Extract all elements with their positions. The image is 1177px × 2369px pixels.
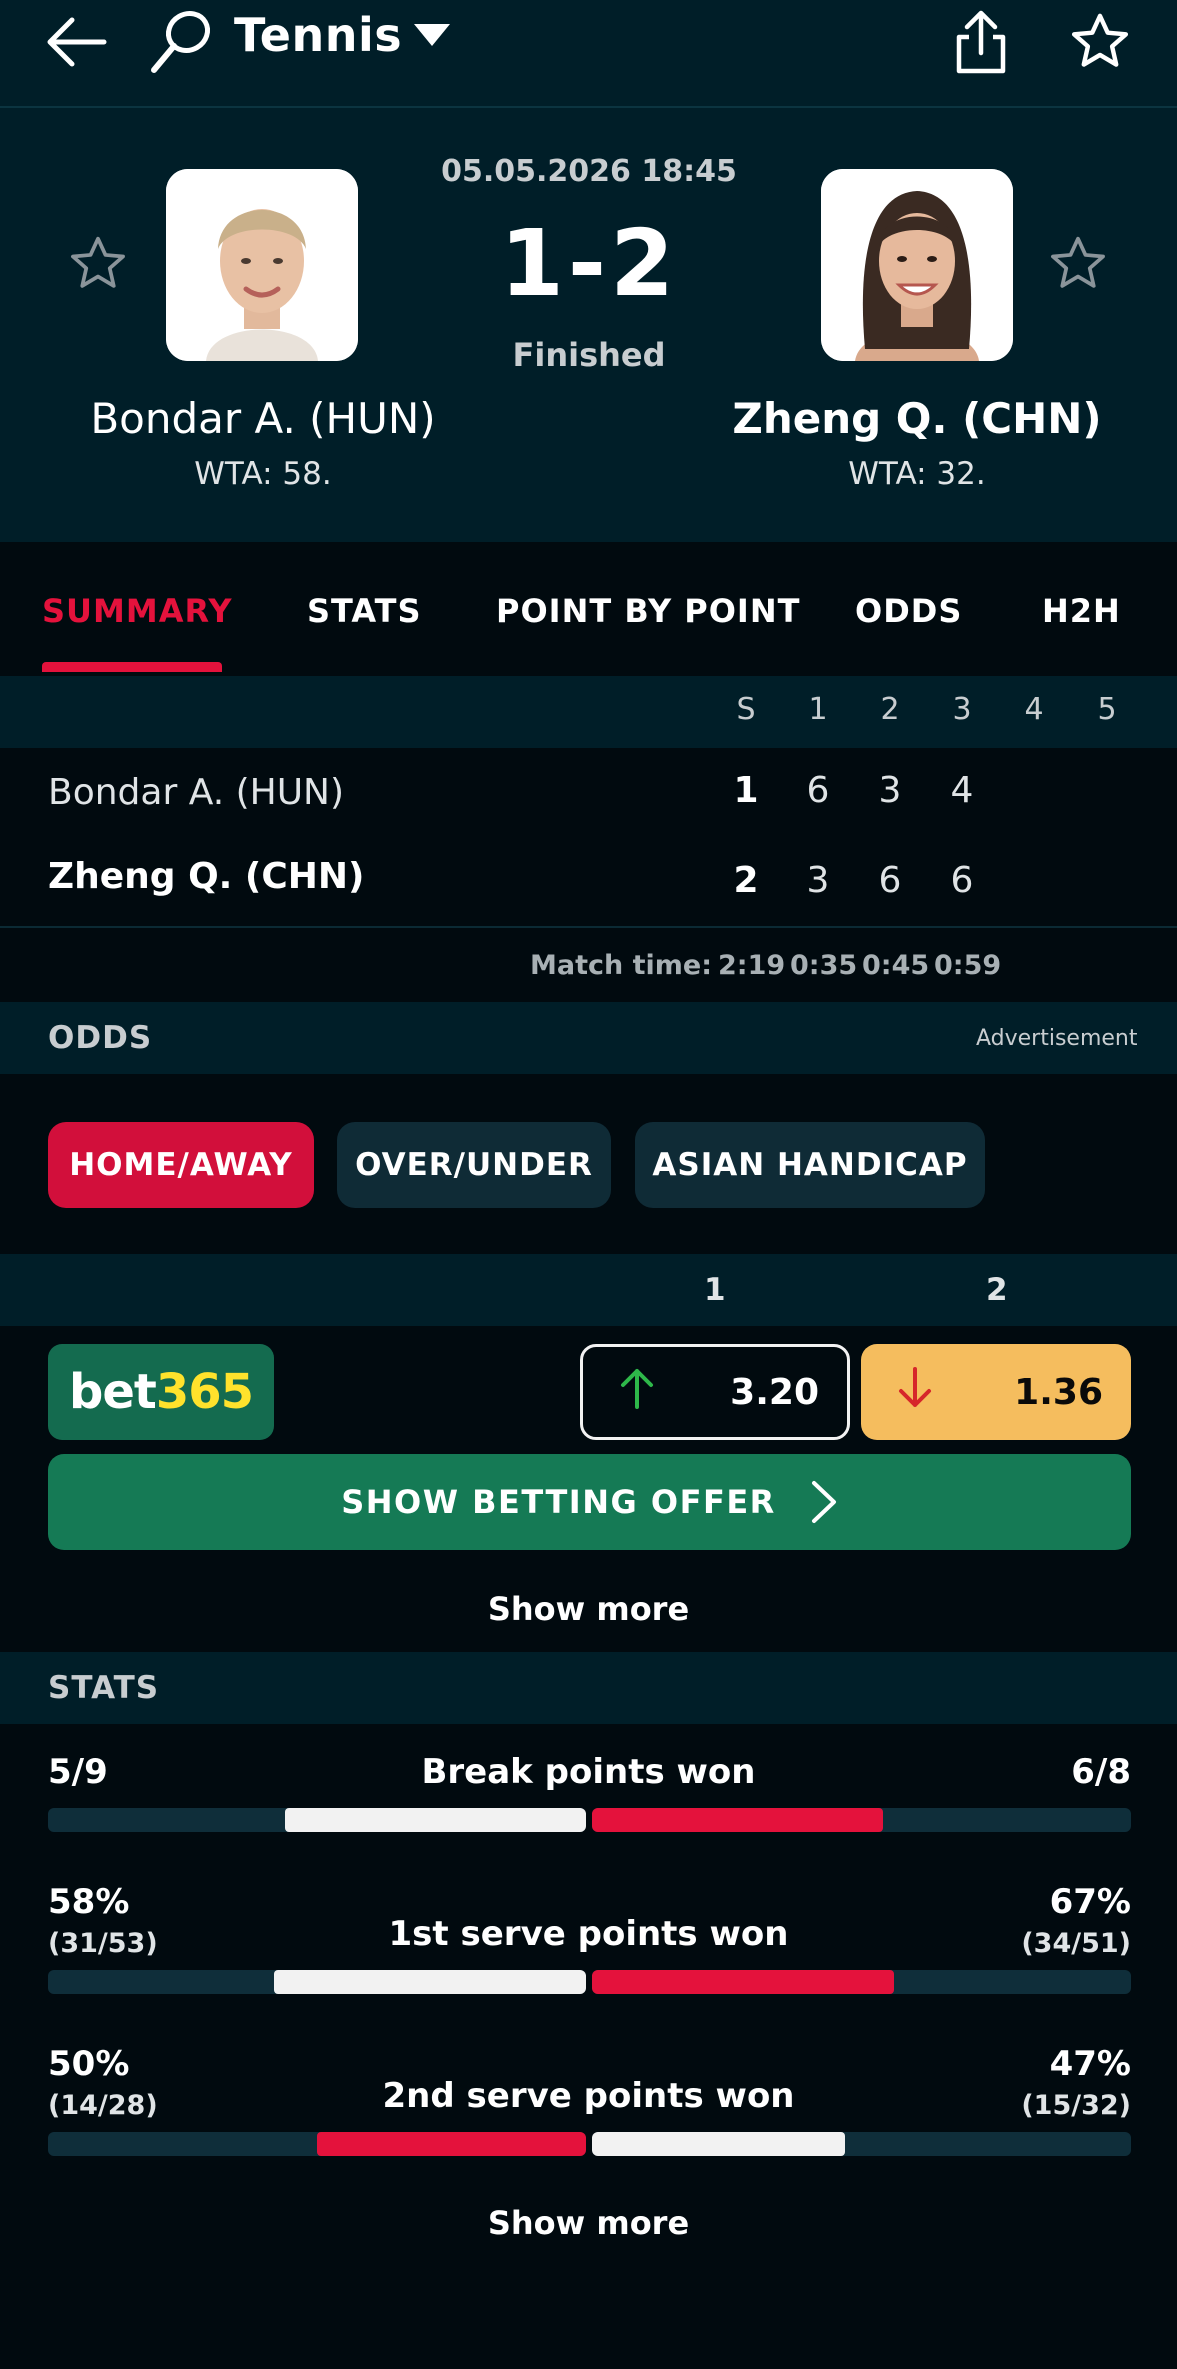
stat-label: 2nd serve points won [382, 2076, 795, 2116]
share-icon[interactable] [946, 4, 1016, 82]
chevron-right-icon [810, 1479, 838, 1525]
col-set-4: 4 [1024, 692, 1044, 727]
col-set-3: 3 [952, 692, 972, 727]
away-favorite-star-icon[interactable] [1046, 232, 1110, 296]
match-time-set-3: 0:59 [934, 950, 1002, 981]
away-set-2: 6 [878, 860, 902, 901]
away-set-1: 3 [806, 860, 830, 901]
match-time-total: 2:19 [718, 950, 786, 981]
stat-away-bar [592, 1970, 894, 1994]
stat-away-detail: (34/51) [1021, 1928, 1131, 1959]
stats-title: STATS [48, 1670, 160, 1706]
away-player-photo[interactable] [821, 169, 1013, 361]
stat-home-track [48, 1808, 586, 1832]
bet365-logo[interactable]: bet 365 [48, 1344, 274, 1440]
stat-home-bar [317, 2132, 586, 2156]
stats-section-header [0, 1652, 1177, 1724]
tab-stats[interactable]: STATS [307, 592, 422, 630]
match-time-label: Match time: [530, 950, 713, 981]
stat-away-value: 6/8 [1071, 1752, 1131, 1792]
stat-label: 1st serve points won [388, 1914, 789, 1954]
away-player-name[interactable]: Zheng Q. (CHN) [687, 394, 1147, 443]
match-status: Finished [512, 336, 666, 374]
tab-point-by-point[interactable]: POINT BY POINT [496, 592, 800, 630]
away-odd-value: 1.36 [1014, 1371, 1103, 1413]
odds-show-more[interactable]: Show more [0, 1590, 1177, 1628]
home-sets: 1 [733, 770, 759, 811]
tab-h2h[interactable]: H2H [1042, 592, 1121, 630]
match-time-set-1: 0:35 [790, 950, 858, 981]
away-sets: 2 [733, 860, 759, 901]
odds-title: ODDS [48, 1020, 153, 1056]
stat-home-value: 50% [48, 2044, 130, 2084]
active-tab-indicator [42, 662, 222, 672]
stat-label: Break points won [421, 1752, 756, 1792]
scoreboard-home-name[interactable]: Bondar A. (HUN) [48, 772, 344, 813]
match-score: 1-2 [499, 210, 679, 317]
stat-away-value: 67% [1049, 1882, 1131, 1922]
home-player-name[interactable]: Bondar A. (HUN) [33, 394, 493, 443]
stat-home-bar [285, 1808, 586, 1832]
home-set-2: 3 [878, 770, 902, 811]
home-player-rank: WTA: 58. [194, 456, 332, 492]
match-datetime: 05.05.2026 18:45 [441, 154, 737, 189]
stat-away-bar [592, 1808, 883, 1832]
sport-title[interactable]: Tennis [234, 8, 402, 62]
stat-home-detail: (14/28) [48, 2090, 158, 2121]
stat-away-value: 47% [1049, 2044, 1131, 2084]
home-set-1: 6 [806, 770, 830, 811]
back-arrow-icon[interactable] [40, 10, 112, 74]
arrow-up-icon [619, 1367, 655, 1418]
home-favorite-star-icon[interactable] [66, 232, 130, 296]
home-set-3: 4 [950, 770, 974, 811]
col-set-2: 2 [880, 692, 900, 727]
match-time-set-2: 0:45 [862, 950, 930, 981]
stat-away-track [592, 1970, 1131, 1994]
show-betting-offer-label: SHOW BETTING OFFER [341, 1483, 776, 1521]
stat-away-bar [592, 2132, 845, 2156]
tennis-racket-icon [144, 6, 216, 78]
divider [0, 926, 1177, 928]
odds-col-2: 2 [986, 1272, 1008, 1308]
pill-asian-handicap[interactable]: ASIAN HANDICAP [635, 1122, 985, 1208]
stat-home-detail: (31/53) [48, 1928, 158, 1959]
pill-over-under[interactable]: OVER/UNDER [337, 1122, 611, 1208]
chevron-down-icon[interactable] [414, 24, 450, 46]
stat-home-track [48, 1970, 586, 1994]
scoreboard-header [0, 676, 1177, 748]
tab-summary[interactable]: SUMMARY [42, 592, 233, 630]
stat-home-value: 58% [48, 1882, 130, 1922]
home-odd-box[interactable]: 3.20 [580, 1344, 850, 1440]
tab-odds[interactable]: ODDS [855, 592, 962, 630]
stat-away-detail: (15/32) [1021, 2090, 1131, 2121]
home-odd-value: 3.20 [730, 1371, 819, 1413]
scoreboard-away-name[interactable]: Zheng Q. (CHN) [48, 856, 364, 897]
stat-home-bar [274, 1970, 586, 1994]
stat-home-track [48, 2132, 586, 2156]
bet365-logo-part2: 365 [155, 1364, 254, 1420]
odds-col-1: 1 [704, 1272, 726, 1308]
stat-away-track [592, 1808, 1131, 1832]
stat-home-value: 5/9 [48, 1752, 108, 1792]
away-set-3: 6 [950, 860, 974, 901]
stats-show-more[interactable]: Show more [0, 2204, 1177, 2242]
col-set-5: 5 [1097, 692, 1117, 727]
advertisement-label: Advertisement [976, 1026, 1138, 1051]
away-odd-box[interactable]: 1.36 [861, 1344, 1131, 1440]
show-betting-offer-button[interactable]: SHOW BETTING OFFER [48, 1454, 1131, 1550]
col-sets: S [736, 692, 756, 727]
stat-away-track [592, 2132, 1131, 2156]
arrow-down-icon [897, 1366, 933, 1418]
away-player-rank: WTA: 32. [848, 456, 986, 492]
favorite-match-star-icon[interactable] [1064, 6, 1136, 78]
pill-home-away[interactable]: HOME/AWAY [48, 1122, 314, 1208]
home-player-photo[interactable] [166, 169, 358, 361]
col-set-1: 1 [808, 692, 828, 727]
bet365-logo-part1: bet [68, 1364, 157, 1420]
